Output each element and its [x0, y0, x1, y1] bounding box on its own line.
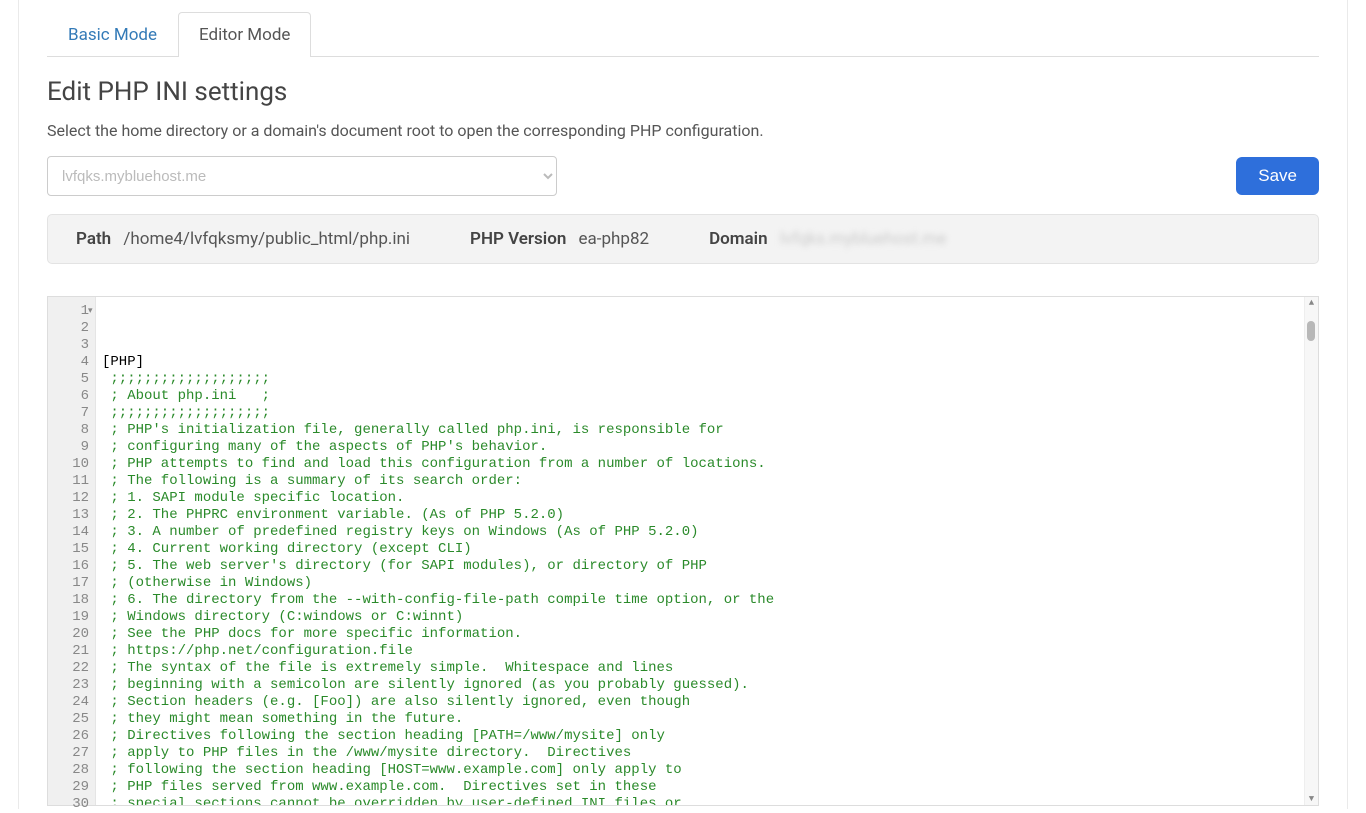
- mode-tabs: Basic Mode Editor Mode: [47, 12, 1319, 57]
- code-editor[interactable]: ▾ 12345678910111213141516171819202122232…: [47, 296, 1319, 806]
- scroll-up-icon[interactable]: ▲: [1305, 297, 1318, 309]
- code-line[interactable]: ; The syntax of the file is extremely si…: [102, 660, 1304, 677]
- code-line[interactable]: ; 1. SAPI module specific location.: [102, 490, 1304, 507]
- line-number: 15: [52, 541, 89, 558]
- info-version: PHP Version ea-php82: [470, 229, 649, 249]
- tab-basic-mode[interactable]: Basic Mode: [47, 12, 178, 57]
- line-number: 12: [52, 490, 89, 507]
- info-domain: Domain lvfqks.mybluehost.me: [709, 229, 946, 249]
- line-number: 3: [52, 337, 89, 354]
- scroll-down-icon[interactable]: ▼: [1305, 793, 1318, 805]
- version-label: PHP Version: [470, 229, 566, 249]
- code-line[interactable]: ; Section headers (e.g. [Foo]) are also …: [102, 694, 1304, 711]
- controls-row: lvfqks.mybluehost.me Save: [47, 156, 1319, 196]
- line-number: 1: [52, 303, 89, 320]
- code-line[interactable]: ; Directives following the section headi…: [102, 728, 1304, 745]
- code-line[interactable]: ;;;;;;;;;;;;;;;;;;;: [102, 371, 1304, 388]
- line-number: 26: [52, 728, 89, 745]
- line-number: 20: [52, 626, 89, 643]
- line-number: 4: [52, 354, 89, 371]
- code-line[interactable]: ; 3. A number of predefined registry key…: [102, 524, 1304, 541]
- code-line[interactable]: ; they might mean something in the futur…: [102, 711, 1304, 728]
- code-line[interactable]: ; PHP attempts to find and load this con…: [102, 456, 1304, 473]
- line-number: 6: [52, 388, 89, 405]
- line-number: 9: [52, 439, 89, 456]
- line-number: 27: [52, 745, 89, 762]
- line-number: 7: [52, 405, 89, 422]
- tab-editor-mode[interactable]: Editor Mode: [178, 12, 311, 57]
- code-line[interactable]: ; special sections cannot be overridden …: [102, 796, 1304, 805]
- line-number: 25: [52, 711, 89, 728]
- code-line[interactable]: ; 6. The directory from the --with-confi…: [102, 592, 1304, 609]
- domain-select[interactable]: lvfqks.mybluehost.me: [47, 156, 557, 196]
- line-number: 5: [52, 371, 89, 388]
- line-number: 17: [52, 575, 89, 592]
- domain-value: lvfqks.mybluehost.me: [780, 229, 947, 249]
- line-number: 14: [52, 524, 89, 541]
- code-line[interactable]: ; PHP's initialization file, generally c…: [102, 422, 1304, 439]
- code-line[interactable]: ; 4. Current working directory (except C…: [102, 541, 1304, 558]
- save-button[interactable]: Save: [1236, 157, 1319, 195]
- line-number: 2: [52, 320, 89, 337]
- line-number: 13: [52, 507, 89, 524]
- code-line[interactable]: ; beginning with a semicolon are silentl…: [102, 677, 1304, 694]
- code-line[interactable]: ; About php.ini ;: [102, 388, 1304, 405]
- line-number: 18: [52, 592, 89, 609]
- info-path: Path /home4/lvfqksmy/public_html/php.ini: [76, 229, 410, 249]
- code-line[interactable]: ; PHP files served from www.example.com.…: [102, 779, 1304, 796]
- path-value: /home4/lvfqksmy/public_html/php.ini: [123, 229, 410, 249]
- code-line[interactable]: ; 2. The PHPRC environment variable. (As…: [102, 507, 1304, 524]
- code-line[interactable]: [PHP]: [102, 354, 1304, 371]
- page-title: Edit PHP INI settings: [47, 77, 1319, 107]
- line-number: 21: [52, 643, 89, 660]
- domain-label: Domain: [709, 229, 768, 249]
- page-description: Select the home directory or a domain's …: [47, 121, 1319, 140]
- code-line[interactable]: ; 5. The web server's directory (for SAP…: [102, 558, 1304, 575]
- code-line[interactable]: ;;;;;;;;;;;;;;;;;;;: [102, 405, 1304, 422]
- editor-scrollbar[interactable]: ▲ ▼: [1304, 297, 1318, 805]
- code-line[interactable]: ; apply to PHP files in the /www/mysite …: [102, 745, 1304, 762]
- code-line[interactable]: ; The following is a summary of its sear…: [102, 473, 1304, 490]
- code-line[interactable]: ; following the section heading [HOST=ww…: [102, 762, 1304, 779]
- code-line[interactable]: ; (otherwise in Windows): [102, 575, 1304, 592]
- code-line[interactable]: ; Windows directory (C:windows or C:winn…: [102, 609, 1304, 626]
- line-number: 19: [52, 609, 89, 626]
- line-number: 10: [52, 456, 89, 473]
- line-number: 24: [52, 694, 89, 711]
- line-number: 29: [52, 779, 89, 796]
- info-bar: Path /home4/lvfqksmy/public_html/php.ini…: [47, 214, 1319, 264]
- code-line[interactable]: ; See the PHP docs for more specific inf…: [102, 626, 1304, 643]
- line-number: 23: [52, 677, 89, 694]
- line-number: 16: [52, 558, 89, 575]
- line-gutter: ▾ 12345678910111213141516171819202122232…: [48, 297, 96, 805]
- code-line[interactable]: ; configuring many of the aspects of PHP…: [102, 439, 1304, 456]
- line-number: 28: [52, 762, 89, 779]
- line-number: 22: [52, 660, 89, 677]
- code-line[interactable]: ; https://php.net/configuration.file: [102, 643, 1304, 660]
- php-ini-panel: Basic Mode Editor Mode Edit PHP INI sett…: [18, 0, 1348, 809]
- line-number: 8: [52, 422, 89, 439]
- fold-icon[interactable]: ▾: [88, 303, 93, 320]
- path-label: Path: [76, 229, 111, 249]
- line-number: 30: [52, 796, 89, 813]
- code-area[interactable]: [PHP] ;;;;;;;;;;;;;;;;;;; ; About php.in…: [96, 297, 1304, 805]
- version-value: ea-php82: [579, 229, 650, 249]
- line-number: 11: [52, 473, 89, 490]
- scroll-thumb[interactable]: [1307, 321, 1315, 341]
